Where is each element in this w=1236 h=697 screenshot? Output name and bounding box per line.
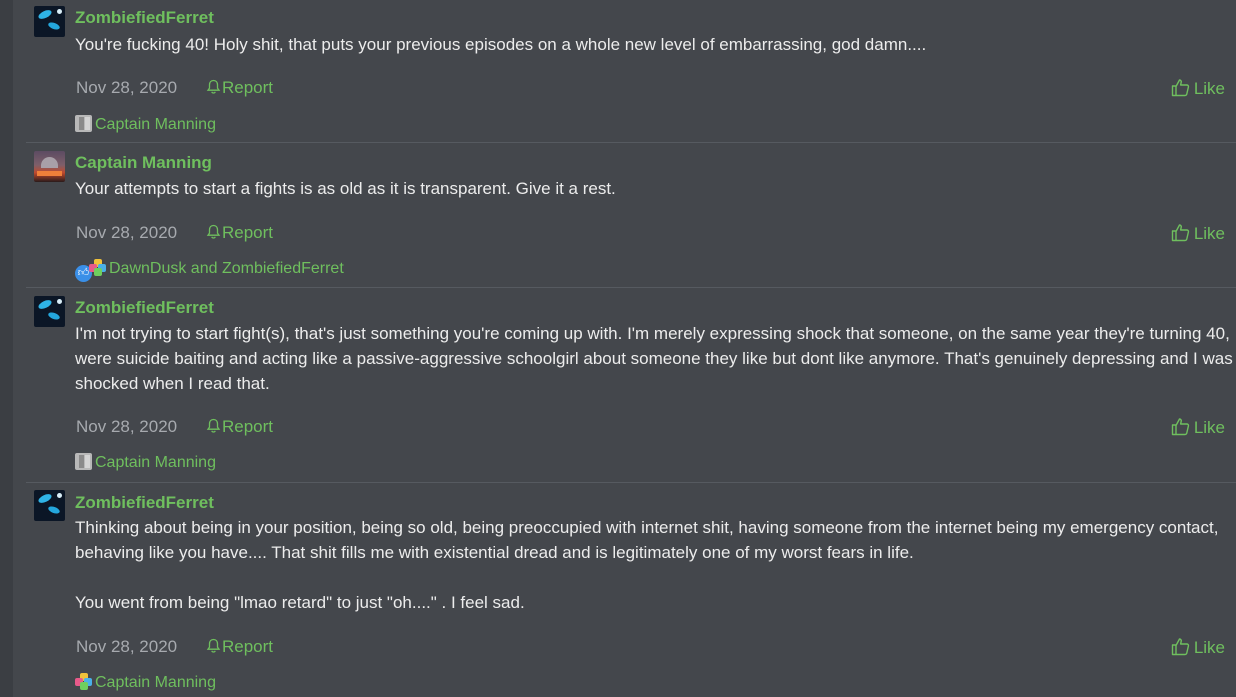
report-label: Report bbox=[222, 417, 274, 436]
post: ZombiefiedFerret I'm not trying to start… bbox=[26, 288, 1236, 483]
post: ZombiefiedFerret Thinking about being in… bbox=[26, 483, 1236, 697]
reactions-users[interactable]: Captain Manning bbox=[95, 674, 216, 691]
thumbs-up-icon bbox=[1171, 638, 1189, 656]
avatar[interactable] bbox=[34, 6, 65, 37]
post-paragraph: You're fucking 40! Holy shit, that puts … bbox=[75, 35, 927, 54]
report-link[interactable]: Report bbox=[206, 78, 273, 98]
like-label: Like bbox=[1193, 79, 1225, 98]
medal-icon bbox=[75, 115, 92, 132]
report-link[interactable]: Report bbox=[206, 417, 273, 437]
post-body: Your attempts to start a fights is as ol… bbox=[75, 176, 1236, 201]
report-link[interactable]: Report bbox=[206, 637, 273, 657]
reactions-users[interactable]: Captain Manning bbox=[95, 116, 216, 133]
report-link[interactable]: Report bbox=[206, 223, 273, 243]
thread-container: ZombiefiedFerret You're fucking 40! Holy… bbox=[0, 0, 1236, 697]
thumbs-up-icon bbox=[1171, 224, 1189, 242]
reactions-bar[interactable]: Captain Manning bbox=[75, 673, 216, 692]
username[interactable]: ZombiefiedFerret bbox=[75, 8, 214, 28]
post-paragraph: I'm not trying to start fight(s), that's… bbox=[75, 324, 1233, 393]
medal-icon bbox=[75, 453, 92, 470]
username[interactable]: ZombiefiedFerret bbox=[75, 493, 214, 513]
avatar[interactable] bbox=[34, 296, 65, 327]
post-body: I'm not trying to start fight(s), that's… bbox=[75, 321, 1236, 396]
reactions-users[interactable]: Captain Manning bbox=[95, 454, 216, 471]
puzzle-reaction-icon bbox=[89, 259, 106, 276]
like-label: Like bbox=[1193, 638, 1225, 657]
bell-icon bbox=[206, 79, 221, 94]
bell-icon bbox=[206, 224, 221, 239]
post-date[interactable]: Nov 28, 2020 bbox=[76, 417, 177, 437]
like-button[interactable]: Like bbox=[1171, 417, 1225, 438]
like-button[interactable]: Like bbox=[1171, 78, 1225, 99]
like-label: Like bbox=[1193, 418, 1225, 437]
username[interactable]: Captain Manning bbox=[75, 153, 212, 173]
username[interactable]: ZombiefiedFerret bbox=[75, 298, 214, 318]
thumbs-up-icon bbox=[1171, 418, 1189, 436]
post: ZombiefiedFerret You're fucking 40! Holy… bbox=[26, 0, 1236, 143]
thumbs-up-icon bbox=[1171, 79, 1189, 97]
post: Captain Manning Your attempts to start a… bbox=[26, 143, 1236, 288]
bell-icon bbox=[206, 418, 221, 433]
report-label: Report bbox=[222, 223, 274, 242]
like-label: Like bbox=[1193, 224, 1225, 243]
avatar[interactable] bbox=[34, 151, 65, 182]
post-body: Thinking about being in your position, b… bbox=[75, 515, 1236, 615]
reactions-bar[interactable]: Captain Manning bbox=[75, 115, 216, 134]
post-date[interactable]: Nov 28, 2020 bbox=[76, 637, 177, 657]
reactions-bar[interactable]: Captain Manning bbox=[75, 453, 216, 472]
report-label: Report bbox=[222, 637, 274, 656]
post-date[interactable]: Nov 28, 2020 bbox=[76, 78, 177, 98]
post-paragraph: You went from being "lmao retard" to jus… bbox=[75, 593, 525, 612]
like-button[interactable]: Like bbox=[1171, 223, 1225, 244]
like-button[interactable]: Like bbox=[1171, 637, 1225, 658]
post-date[interactable]: Nov 28, 2020 bbox=[76, 223, 177, 243]
report-label: Report bbox=[222, 78, 274, 97]
avatar[interactable] bbox=[34, 490, 65, 521]
post-paragraph: Thinking about being in your position, b… bbox=[75, 518, 1219, 562]
post-paragraph: Your attempts to start a fights is as ol… bbox=[75, 179, 616, 198]
bell-icon bbox=[206, 638, 221, 653]
puzzle-reaction-icon bbox=[75, 673, 92, 690]
reactions-bar[interactable]: 👍︎ DawnDusk and ZombiefiedFerret bbox=[75, 259, 344, 282]
reactions-users[interactable]: DawnDusk and ZombiefiedFerret bbox=[109, 260, 344, 277]
post-body: You're fucking 40! Holy shit, that puts … bbox=[75, 32, 1236, 57]
